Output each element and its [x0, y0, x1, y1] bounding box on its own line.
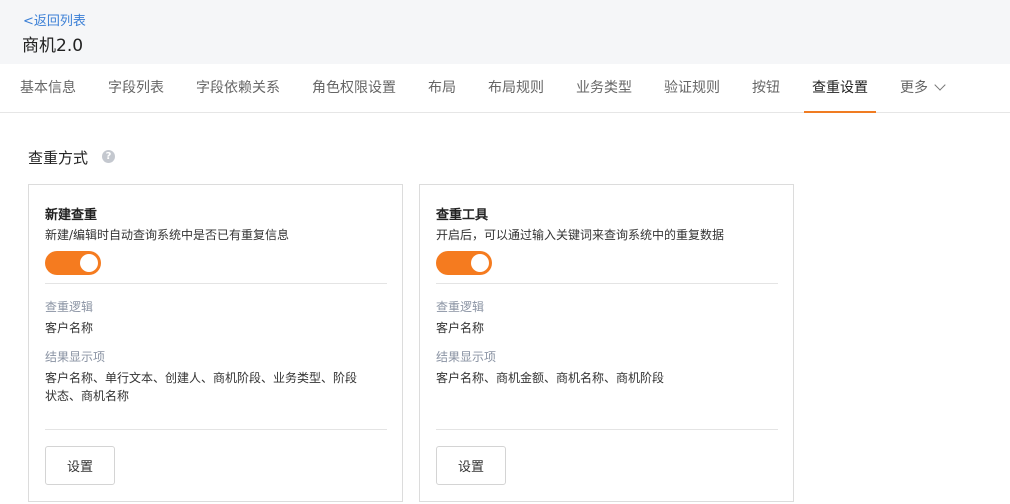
back-to-list-link[interactable]: <返回列表	[23, 10, 86, 29]
help-icon[interactable]: ?	[102, 150, 115, 163]
tab-role-permission[interactable]: 角色权限设置	[312, 64, 396, 113]
card-description: 开启后，可以通过输入关键词来查询系统中的重复数据	[436, 228, 725, 242]
tab-field-dependency[interactable]: 字段依赖关系	[196, 64, 280, 113]
divider	[436, 283, 778, 284]
settings-button[interactable]: 设置	[45, 446, 115, 485]
tab-duplicate-check[interactable]: 查重设置	[812, 64, 868, 113]
divider	[45, 283, 387, 284]
duplicate-check-card-tool: 查重工具 开启后，可以通过输入关键词来查询系统中的重复数据 查重逻辑 客户名称 …	[419, 184, 794, 502]
tab-more-label: 更多	[900, 80, 928, 96]
tab-layout-rules[interactable]: 布局规则	[488, 64, 544, 113]
logic-label: 查重逻辑	[436, 300, 485, 314]
enable-toggle[interactable]	[436, 251, 492, 275]
result-label: 结果显示项	[436, 350, 497, 364]
tab-field-list[interactable]: 字段列表	[108, 64, 164, 113]
tab-validation-rules[interactable]: 验证规则	[664, 64, 720, 113]
divider	[436, 429, 778, 430]
card-description: 新建/编辑时自动查询系统中是否已有重复信息	[45, 228, 290, 242]
result-label: 结果显示项	[45, 350, 106, 364]
enable-toggle[interactable]	[45, 251, 101, 275]
tab-basic-info[interactable]: 基本信息	[20, 64, 76, 113]
card-title: 新建查重	[45, 208, 98, 223]
logic-value: 客户名称	[45, 321, 94, 335]
logic-value: 客户名称	[436, 321, 485, 335]
tab-bar: 基本信息 字段列表 字段依赖关系 角色权限设置 布局 布局规则 业务类型 验证规…	[0, 64, 1010, 113]
page-title: 商机2.0	[22, 36, 84, 56]
section-title: 查重方式	[28, 149, 89, 167]
tab-layout[interactable]: 布局	[428, 64, 456, 113]
logic-label: 查重逻辑	[45, 300, 94, 314]
toggle-knob	[471, 254, 489, 272]
card-title: 查重工具	[436, 208, 489, 223]
tab-buttons[interactable]: 按钮	[752, 64, 780, 113]
result-value: 客户名称、单行文本、创建人、商机阶段、业务类型、阶段状态、商机名称	[45, 371, 358, 403]
chevron-down-icon	[934, 79, 946, 91]
duplicate-check-card-new: 新建查重 新建/编辑时自动查询系统中是否已有重复信息 查重逻辑 客户名称 结果显…	[28, 184, 403, 502]
divider	[45, 429, 387, 430]
tab-business-type[interactable]: 业务类型	[576, 64, 632, 113]
active-tab-indicator	[804, 111, 876, 113]
tab-more[interactable]: 更多	[900, 64, 946, 113]
page-header: <返回列表 商机2.0	[0, 0, 1010, 64]
result-value: 客户名称、商机金额、商机名称、商机阶段	[436, 371, 665, 385]
toggle-knob	[80, 254, 98, 272]
settings-button[interactable]: 设置	[436, 446, 506, 485]
